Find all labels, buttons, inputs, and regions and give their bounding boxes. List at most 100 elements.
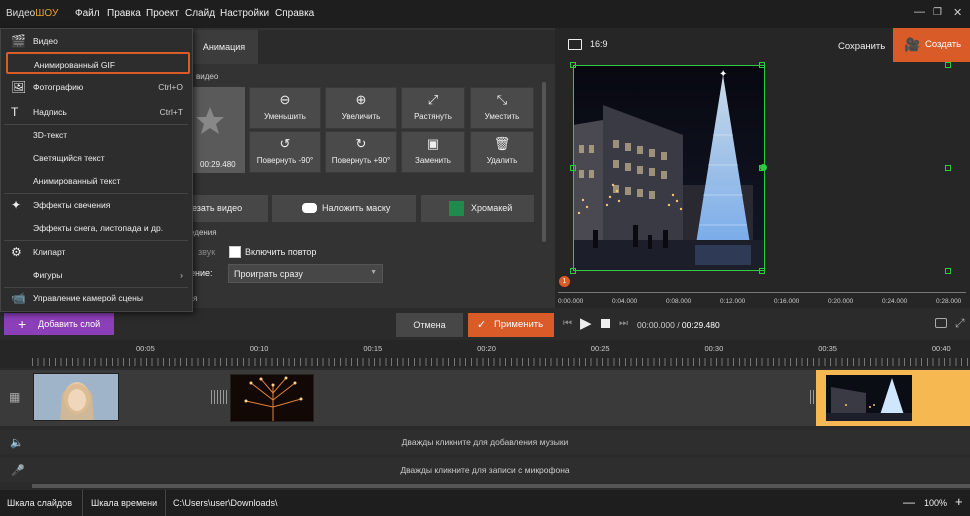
resize-handle[interactable] — [570, 165, 576, 171]
dropdown-item-8[interactable]: Эффекты снега, листопада и др. — [0, 217, 191, 239]
cancel-button[interactable]: Отмена — [396, 313, 463, 337]
microphone-track[interactable]: 🎤 Дважды кликните для записи с микрофона — [0, 458, 970, 482]
minimize-icon[interactable]: — — [914, 6, 925, 18]
dropdown-item-6[interactable]: Анимированный текст — [0, 170, 191, 192]
maximize-icon[interactable]: ❐ — [933, 7, 942, 18]
menu-file[interactable]: Файл — [75, 8, 100, 19]
tool-label: Растянуть — [414, 112, 452, 121]
apply-button[interactable]: ✓ Применить — [468, 313, 554, 337]
selection-frame[interactable] — [573, 65, 765, 271]
repeat-checkbox[interactable] — [229, 246, 241, 258]
preview-tick-label: 0:04.000 — [612, 298, 638, 305]
crop-video-button[interactable]: езать видео — [190, 195, 268, 222]
dropdown-item-label: Фигуры — [33, 270, 63, 280]
tool-button-5[interactable]: ↻ Повернуть +90° — [325, 131, 397, 173]
snapshot-icon[interactable] — [935, 318, 947, 328]
dropdown-item-5[interactable]: Светящийся текст — [0, 147, 191, 169]
chevron-down-icon: ▼ — [370, 269, 377, 276]
dropdown-item-label: Управление камерой сцены — [33, 293, 143, 303]
resize-handle[interactable] — [759, 268, 765, 274]
image-icon: 🖼 — [11, 80, 27, 94]
timeline-scale-tab[interactable]: Шкала времени — [91, 498, 157, 508]
dropdown-item-9[interactable]: ⚙ Клипарт — [0, 241, 191, 263]
transition-marker[interactable] — [211, 390, 227, 404]
resize-handle[interactable] — [570, 268, 576, 274]
zoom-out-icon[interactable]: — — [903, 495, 915, 509]
dropdown-item-label: Светящийся текст — [33, 153, 105, 163]
tab-animation[interactable]: Анимация — [190, 30, 258, 64]
trash-icon: 🗑 — [493, 136, 511, 151]
tool-button-6[interactable]: ▣ Заменить — [401, 131, 465, 173]
tool-button-4[interactable]: ↺ Повернуть -90° — [249, 131, 321, 173]
chromakey-button[interactable]: Хромакей — [421, 195, 534, 222]
anchor-point[interactable] — [760, 164, 767, 171]
skip-forward-icon[interactable]: ⏭ — [619, 318, 628, 329]
tool-button-3[interactable]: ⤡ Уместить — [470, 87, 534, 129]
tool-button-0[interactable]: ⊖ Уменьшить — [249, 87, 321, 129]
clapper-icon: 🎬 — [11, 34, 26, 48]
music-track[interactable]: 🔈 Дважды кликните для добавления музыки — [0, 430, 970, 454]
timeline-ruler[interactable]: 00:05 00:10 00:15 00:20 00:25 00:30 00:35 00:40 — [0, 340, 970, 368]
preview-tick-label: 0:20.000 — [828, 298, 854, 305]
timeline-tick-label: 00:40 — [931, 344, 951, 353]
menu-settings[interactable]: Настройки — [220, 8, 269, 19]
tool-button-1[interactable]: ⊕ Увеличить — [325, 87, 397, 129]
tool-label: Уменьшить — [264, 112, 306, 121]
dropdown-item-0[interactable]: 🎬 Видео — [0, 30, 191, 52]
resize-handle[interactable] — [570, 62, 576, 68]
time-readout: 00:00.000 / 00:29.480 — [637, 320, 720, 330]
slide-clip-2[interactable] — [230, 374, 314, 422]
dropdown-item-1[interactable]: Анимированный GIF — [6, 52, 190, 74]
aspect-ratio-label[interactable]: 16:9 — [590, 39, 608, 49]
expand-icon: ⤢ — [427, 92, 439, 107]
menu-edit[interactable]: Правка — [107, 8, 141, 19]
play-icon[interactable]: ▶ — [580, 314, 592, 332]
fullscreen-icon[interactable]: ⤢ — [955, 316, 965, 331]
add-layer-button[interactable]: + Добавить слой — [4, 313, 114, 335]
menu-help[interactable]: Справка — [275, 8, 314, 19]
camera-icon: 🎥 — [904, 37, 921, 52]
tool-button-2[interactable]: ⤢ Растянуть — [401, 87, 465, 129]
check-icon: ✓ — [477, 319, 487, 331]
dropdown-item-10[interactable]: Фигуры › — [0, 264, 191, 286]
dropdown-item-label: 3D-текст — [33, 130, 68, 140]
preview-tick-label: 0:08.000 — [666, 298, 692, 305]
dropdown-item-3[interactable]: T Надпись Ctrl+T — [0, 101, 191, 123]
skip-back-icon[interactable]: ⏮ — [563, 318, 572, 329]
timeline-scrollbar[interactable] — [32, 484, 970, 488]
timeline-tick-label: 00:35 — [818, 344, 837, 353]
menu-project[interactable]: Проект — [146, 8, 179, 19]
slide-clip-1[interactable] — [33, 373, 119, 421]
dropdown-item-label: Анимированный текст — [33, 176, 121, 186]
slides-scale-tab[interactable]: Шкала слайдов — [7, 498, 72, 508]
playback-label: ение: — [190, 268, 213, 278]
timeline-tick-label: 00:20 — [477, 344, 496, 353]
resize-handle[interactable] — [759, 62, 765, 68]
playback-select[interactable]: Проиграть сразу ▼ — [228, 264, 383, 283]
stop-icon[interactable] — [601, 319, 610, 328]
menu-slide[interactable]: Слайд — [185, 8, 215, 19]
save-button[interactable]: Сохранить — [838, 41, 885, 52]
dropdown-item-7[interactable]: ✦ Эффекты свечения — [0, 194, 191, 216]
zoom-in-icon[interactable]: + — [955, 494, 963, 509]
dropdown-item-label: Фотографию — [33, 82, 84, 92]
resize-handle[interactable] — [945, 62, 951, 68]
aspect-ratio-icon[interactable] — [568, 39, 582, 50]
keyframe-marker[interactable]: 1 — [559, 276, 570, 287]
resize-handle[interactable] — [945, 165, 951, 171]
create-button[interactable]: 🎥 Создать — [893, 28, 970, 62]
close-icon[interactable]: ✕ — [953, 6, 962, 19]
text-icon: T — [11, 105, 19, 119]
scrollbar[interactable] — [542, 82, 546, 242]
camera-icon: 📹 — [11, 291, 26, 305]
dropdown-item-2[interactable]: 🖼 Фотографию Ctrl+O — [0, 76, 191, 98]
dropdown-item-4[interactable]: 3D-текст — [0, 124, 191, 146]
apply-mask-button[interactable]: Наложить маску — [272, 195, 416, 222]
slide-clip-3[interactable] — [826, 375, 912, 421]
portrait-thumbnail — [34, 374, 118, 420]
repeat-label: Включить повтор — [245, 247, 317, 257]
tool-button-7[interactable]: 🗑 Удалить — [470, 131, 534, 173]
preview-ruler[interactable]: 0:00.000 0:04.000 0:08.000 0:12.000 0:16.000… — [558, 288, 970, 308]
resize-handle[interactable] — [945, 268, 951, 274]
dropdown-item-11[interactable]: 📹 Управление камерой сцены — [0, 287, 191, 309]
